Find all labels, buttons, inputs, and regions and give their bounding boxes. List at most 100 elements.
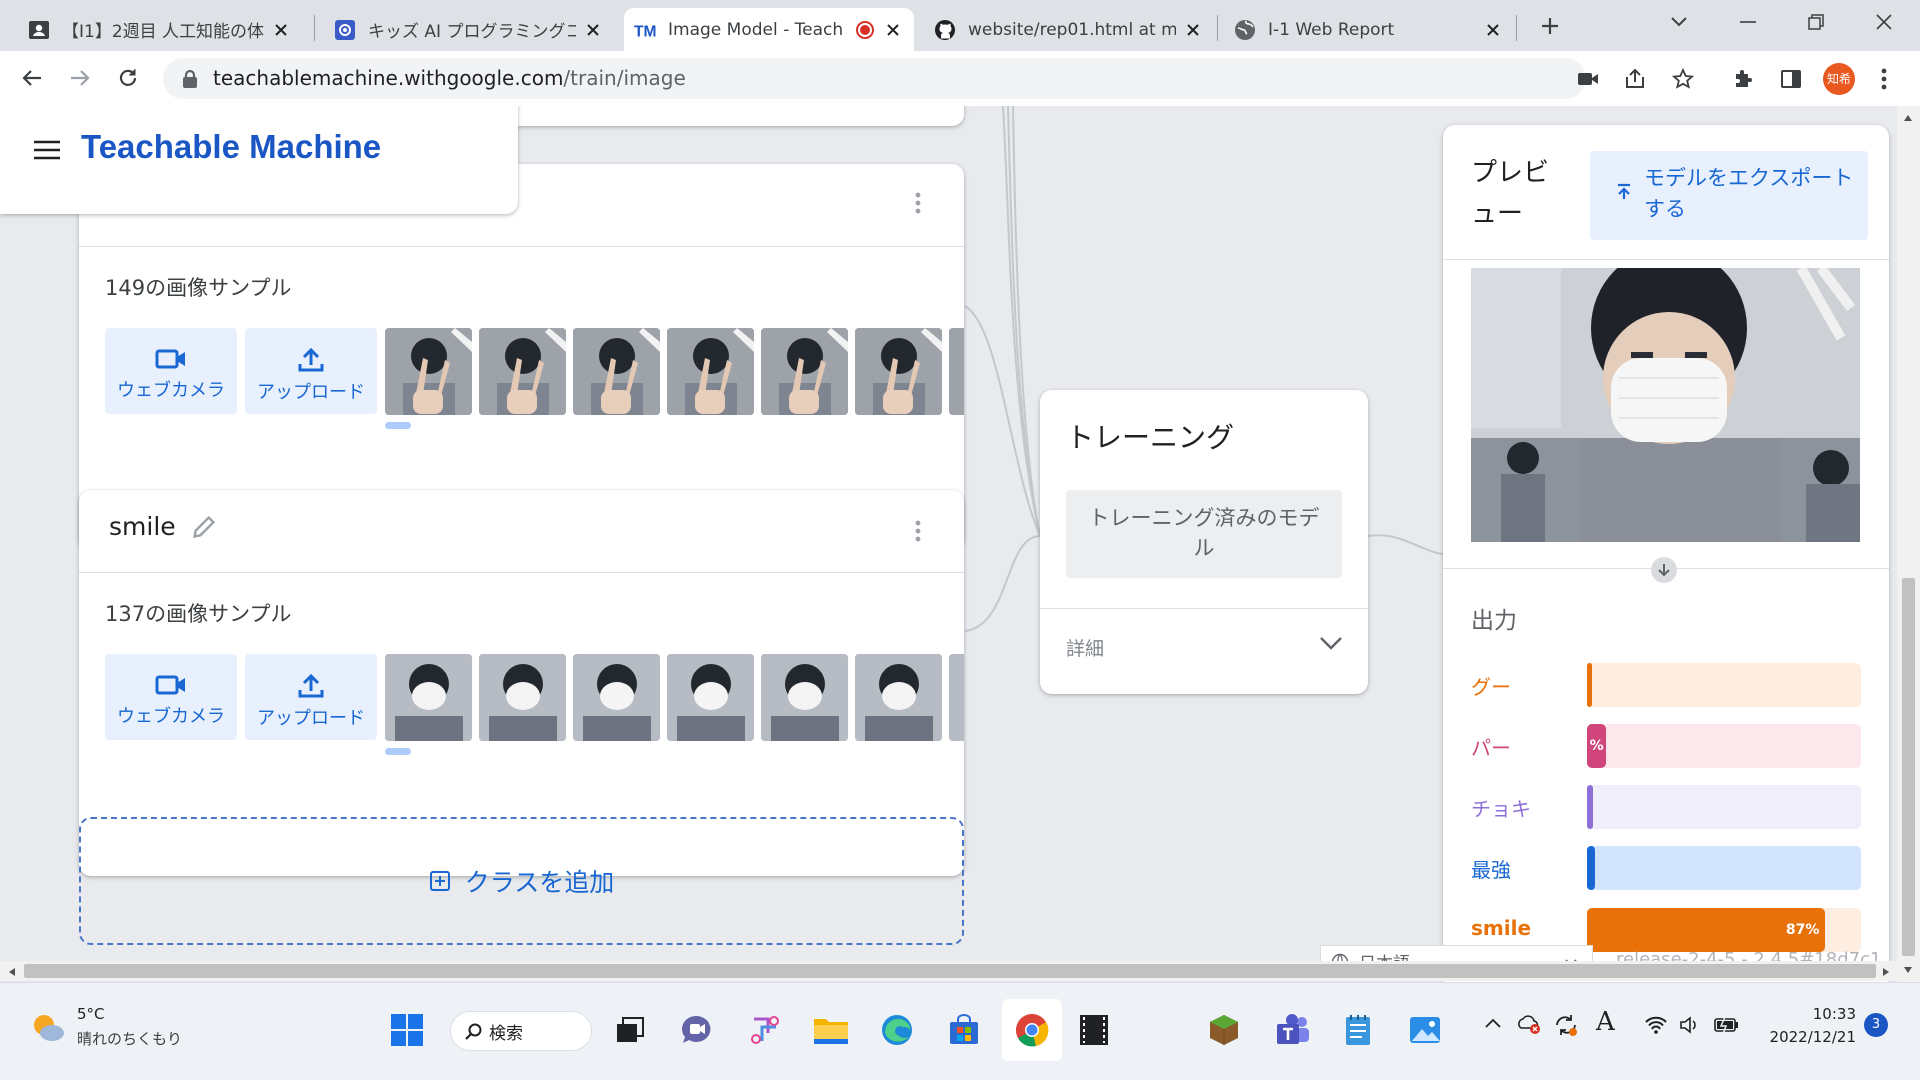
class-menu-icon[interactable]: [915, 192, 921, 214]
app-title[interactable]: Teachable Machine: [81, 128, 381, 166]
camera-in-use-icon[interactable]: [1574, 65, 1602, 93]
close-tab-icon[interactable]: [270, 19, 292, 41]
edit-pencil-icon[interactable]: [191, 514, 217, 540]
clock-time[interactable]: 10:33: [1770, 1005, 1856, 1023]
sample-thumbnail[interactable]: [573, 654, 660, 741]
file-explorer-icon[interactable]: [806, 1005, 856, 1055]
weather-desc[interactable]: 晴れのちくもり: [77, 1028, 182, 1049]
sync-icon[interactable]: [1553, 1013, 1579, 1037]
forward-icon[interactable]: [66, 64, 94, 92]
close-tab-icon[interactable]: [1182, 19, 1204, 41]
chevron-down-icon[interactable]: [1319, 636, 1343, 650]
taskbar-search[interactable]: 検索: [450, 1011, 592, 1051]
webcam-button[interactable]: ウェブカメラ: [105, 328, 237, 414]
train-model-button[interactable]: トレーニング済みのモデル: [1066, 490, 1342, 578]
confidence-track: 87%: [1587, 908, 1861, 952]
new-tab-icon[interactable]: [1536, 12, 1564, 40]
sample-thumbnail[interactable]: [949, 654, 964, 741]
details-label[interactable]: 詳細: [1066, 634, 1104, 661]
side-panel-icon[interactable]: [1777, 65, 1805, 93]
scrollbar-thumb[interactable]: [24, 964, 1876, 978]
upload-button[interactable]: アップロード: [245, 654, 377, 740]
tab-5[interactable]: I-1 Web Report: [1224, 8, 1514, 51]
scroll-left-icon[interactable]: [8, 967, 16, 977]
menu-kebab-icon[interactable]: [1870, 65, 1898, 93]
webcam-icon: [155, 349, 185, 369]
tab-1[interactable]: 【I1】2週目 人工知能の体験: [18, 8, 302, 51]
output-class-label: パー: [1471, 736, 1511, 760]
chrome-icon[interactable]: [1002, 999, 1062, 1061]
scroll-right-icon[interactable]: [1882, 967, 1890, 977]
scroll-up-icon[interactable]: [1903, 114, 1913, 122]
class-menu-icon[interactable]: [915, 520, 921, 542]
scroll-indicator[interactable]: [385, 748, 411, 755]
sample-thumbnail[interactable]: [667, 328, 754, 415]
export-model-button[interactable]: モデルをエクスポートする: [1590, 151, 1868, 240]
add-class-button[interactable]: クラスを追加: [79, 817, 964, 945]
weather-icon[interactable]: [30, 1011, 66, 1043]
reload-icon[interactable]: [114, 64, 142, 92]
weather-temp[interactable]: 5°C: [77, 1005, 105, 1023]
tab-search-chevron-icon[interactable]: [1665, 8, 1693, 36]
lock-icon[interactable]: [176, 65, 204, 93]
classroom-icon: [28, 19, 50, 41]
teams-chat-icon[interactable]: [672, 1005, 722, 1055]
teams-icon[interactable]: [1268, 1005, 1318, 1055]
share-icon[interactable]: [1621, 65, 1649, 93]
microsoft-store-icon[interactable]: [939, 1005, 989, 1055]
snipping-tool-icon[interactable]: [740, 1005, 790, 1055]
scroll-down-icon[interactable]: [1903, 966, 1913, 974]
minecraft-icon[interactable]: [1199, 1005, 1249, 1055]
sample-thumbnail[interactable]: [667, 654, 754, 741]
onedrive-error-icon[interactable]: [1516, 1013, 1542, 1035]
sample-thumbnail[interactable]: [385, 654, 472, 741]
windows-start-icon[interactable]: [382, 1005, 432, 1055]
volume-icon[interactable]: [1679, 1016, 1701, 1034]
sample-thumbnail[interactable]: [573, 328, 660, 415]
tab-3-active[interactable]: TM Image Model - Teach: [624, 8, 914, 51]
task-view-icon[interactable]: [605, 1005, 655, 1055]
show-hidden-icons-chevron-icon[interactable]: [1484, 1017, 1502, 1029]
close-tab-icon[interactable]: [582, 19, 604, 41]
sample-thumbnail[interactable]: [761, 654, 848, 741]
upload-button[interactable]: アップロード: [245, 328, 377, 414]
minimize-icon[interactable]: [1734, 8, 1762, 36]
sample-thumbnail[interactable]: [479, 328, 566, 415]
sample-thumbnail[interactable]: [385, 328, 472, 415]
confidence-track: [1587, 785, 1861, 829]
close-tab-icon[interactable]: [882, 19, 904, 41]
hamburger-menu-icon[interactable]: [33, 139, 61, 161]
restore-icon[interactable]: [1802, 8, 1830, 36]
scrollbar-thumb[interactable]: [1902, 578, 1915, 956]
url-text[interactable]: teachablemachine.withgoogle.com/train/im…: [213, 51, 686, 106]
sample-thumbnail[interactable]: [855, 654, 942, 741]
profile-avatar[interactable]: 知希: [1823, 63, 1855, 95]
wifi-icon[interactable]: [1644, 1016, 1668, 1034]
vertical-scrollbar[interactable]: [1897, 106, 1920, 982]
sample-thumbnail[interactable]: [855, 328, 942, 415]
edge-icon[interactable]: [872, 1005, 922, 1055]
clock-date[interactable]: 2022/12/21: [1760, 1028, 1856, 1046]
video-editor-icon[interactable]: [1069, 1005, 1119, 1055]
notepad-icon[interactable]: [1333, 1005, 1383, 1055]
ime-mode-icon[interactable]: A: [1596, 1007, 1615, 1037]
photos-icon[interactable]: [1400, 1005, 1450, 1055]
webcam-button[interactable]: ウェブカメラ: [105, 654, 237, 740]
page-content: 最強 149の画像サンプル ウェブカメラ アップロード smile 137の: [0, 106, 1920, 982]
horizontal-scrollbar[interactable]: [0, 961, 1897, 981]
bookmark-star-icon[interactable]: [1669, 65, 1697, 93]
tab-2[interactable]: キッズ AI プログラミングコンテスト: [324, 8, 614, 51]
close-tab-icon[interactable]: [1482, 19, 1504, 41]
scroll-indicator[interactable]: [385, 422, 411, 429]
sample-thumbnail[interactable]: [949, 328, 964, 415]
battery-icon[interactable]: [1714, 1016, 1740, 1034]
sample-thumbnail[interactable]: [479, 654, 566, 741]
notification-badge[interactable]: 3: [1864, 1013, 1888, 1037]
tab-4[interactable]: website/rep01.html at ma: [924, 8, 1214, 51]
sample-thumbnail[interactable]: [761, 328, 848, 415]
confidence-track: [1587, 846, 1861, 890]
back-icon[interactable]: [18, 64, 46, 92]
close-window-icon[interactable]: [1870, 8, 1898, 36]
class-name[interactable]: smile: [109, 512, 176, 541]
extensions-icon[interactable]: [1729, 65, 1757, 93]
